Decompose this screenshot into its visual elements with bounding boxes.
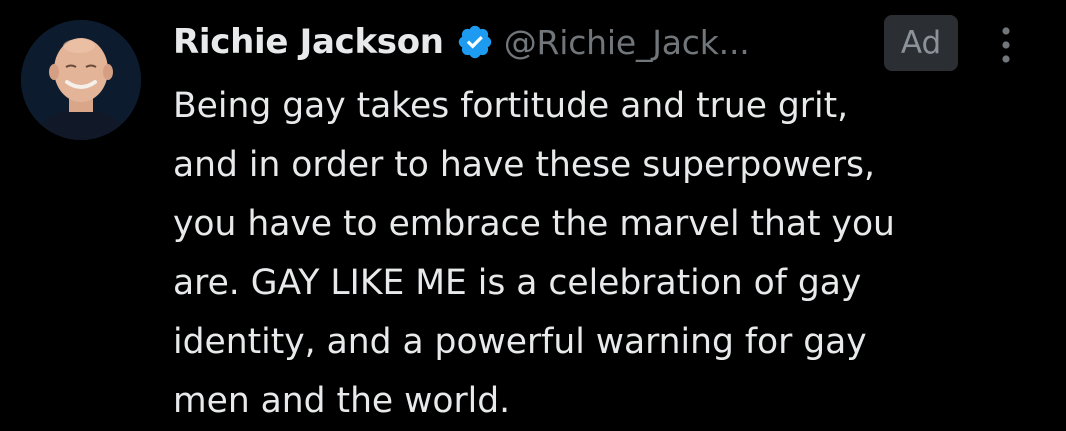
tweet-text-line: identity, and a powerful warning for gay [173, 322, 867, 362]
tweet-text-line: men and the world. [173, 381, 511, 421]
ad-badge: Ad [884, 15, 958, 71]
tweet[interactable]: Richie Jackson @Richie_Jack... Ad Being … [0, 0, 1066, 429]
tweet-text: Being gay takes fortitude and true grit,… [173, 77, 1053, 431]
more-vertical-icon[interactable] [992, 22, 1020, 68]
author-name[interactable]: Richie Jackson [173, 22, 444, 62]
avatar[interactable] [21, 20, 141, 140]
avatar-photo-icon [21, 20, 141, 140]
tweet-text-line: and in order to have these superpowers, [173, 145, 875, 185]
tweet-text-line: you have to embrace the marvel that you [173, 204, 895, 244]
tweet-text-line: are. GAY LIKE ME is a celebration of gay [173, 263, 862, 303]
tweet-text-line: Being gay takes fortitude and true grit, [173, 86, 849, 126]
author-handle[interactable]: @Richie_Jack... [504, 23, 804, 62]
verified-badge-icon [456, 23, 494, 61]
